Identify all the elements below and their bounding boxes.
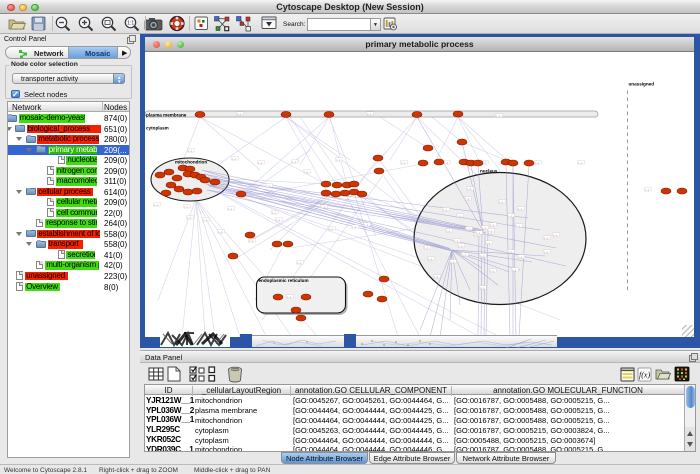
- svg-text:[...]: [...]: [477, 231, 481, 235]
- svg-text:[...]: [...]: [402, 161, 406, 165]
- svg-text:[...]: [...]: [545, 250, 549, 254]
- svg-text:[...]: [...]: [368, 112, 372, 116]
- svg-text:cytoplasm: cytoplasm: [146, 126, 169, 131]
- svg-text:[...]: [...]: [238, 112, 242, 116]
- svg-text:[...]: [...]: [353, 225, 357, 229]
- svg-text:[...]: [...]: [519, 207, 523, 211]
- svg-text:[...]: [...]: [188, 216, 192, 220]
- svg-text:[...]: [...]: [517, 224, 521, 228]
- svg-text:[...]: [...]: [468, 187, 472, 191]
- svg-text:[...]: [...]: [189, 149, 193, 153]
- svg-text:[...]: [...]: [435, 275, 439, 279]
- svg-text:[...]: [...]: [250, 239, 254, 243]
- svg-text:[...]: [...]: [429, 257, 433, 261]
- svg-text:[...]: [...]: [259, 161, 263, 165]
- svg-text:[...]: [...]: [219, 230, 223, 234]
- svg-text:[...]: [...]: [497, 114, 501, 118]
- svg-text:[...]: [...]: [483, 226, 487, 230]
- svg-text:[...]: [...]: [155, 203, 159, 207]
- svg-text:[...]: [...]: [425, 246, 429, 250]
- svg-text:[...]: [...]: [444, 208, 448, 212]
- svg-text:[...]: [...]: [463, 253, 467, 257]
- svg-text:[...]: [...]: [491, 223, 495, 227]
- svg-text:f(x): f(x): [639, 371, 650, 380]
- svg-text:1:1: 1:1: [127, 21, 134, 27]
- svg-text:unassigned: unassigned: [629, 82, 655, 87]
- svg-text:[...]: [...]: [365, 223, 369, 227]
- svg-text:[...]: [...]: [489, 229, 493, 233]
- svg-text:[...]: [...]: [298, 261, 302, 265]
- svg-text:[...]: [...]: [513, 268, 517, 272]
- svg-text:endoplasmic reticulum: endoplasmic reticulum: [259, 278, 309, 283]
- svg-text:[...]: [...]: [509, 214, 513, 218]
- svg-text:[...]: [...]: [273, 211, 277, 215]
- svg-text:[...]: [...]: [646, 188, 650, 192]
- svg-text:[...]: [...]: [536, 161, 540, 165]
- svg-text:[...]: [...]: [229, 207, 233, 211]
- svg-text:[...]: [...]: [305, 170, 309, 174]
- svg-text:[...]: [...]: [579, 161, 583, 165]
- svg-text:[...]: [...]: [267, 184, 271, 188]
- svg-text:[...]: [...]: [519, 255, 523, 259]
- svg-text:[...]: [...]: [277, 218, 281, 222]
- svg-text:[...]: [...]: [322, 205, 326, 209]
- svg-text:[...]: [...]: [467, 227, 471, 231]
- svg-text:[...]: [...]: [293, 160, 297, 164]
- svg-text:[...]: [...]: [455, 239, 459, 243]
- svg-text:[...]: [...]: [185, 205, 189, 209]
- svg-text:[...]: [...]: [447, 229, 451, 233]
- svg-text:[...]: [...]: [487, 241, 491, 245]
- svg-text:[...]: [...]: [451, 260, 455, 264]
- svg-text:[...]: [...]: [445, 161, 449, 165]
- svg-text:[...]: [...]: [466, 197, 470, 201]
- svg-text:mitochondrion: mitochondrion: [175, 160, 207, 165]
- svg-text:[...]: [...]: [337, 158, 341, 162]
- svg-text:[...]: [...]: [330, 227, 334, 231]
- svg-text:[...]: [...]: [204, 218, 208, 222]
- svg-text:[...]: [...]: [500, 200, 504, 204]
- svg-text:[...]: [...]: [288, 295, 292, 299]
- svg-text:[...]: [...]: [458, 214, 462, 218]
- svg-text:[...]: [...]: [491, 269, 495, 273]
- svg-text:nucleus: nucleus: [480, 169, 498, 174]
- svg-text:[...]: [...]: [459, 244, 463, 248]
- svg-text:[...]: [...]: [545, 236, 549, 240]
- svg-text:[...]: [...]: [509, 250, 513, 254]
- svg-text:plasma membrane: plasma membrane: [146, 113, 187, 118]
- svg-text:[...]: [...]: [233, 157, 237, 161]
- svg-text:[...]: [...]: [481, 286, 485, 290]
- svg-text:[...]: [...]: [554, 233, 558, 237]
- svg-text:[...]: [...]: [481, 254, 485, 258]
